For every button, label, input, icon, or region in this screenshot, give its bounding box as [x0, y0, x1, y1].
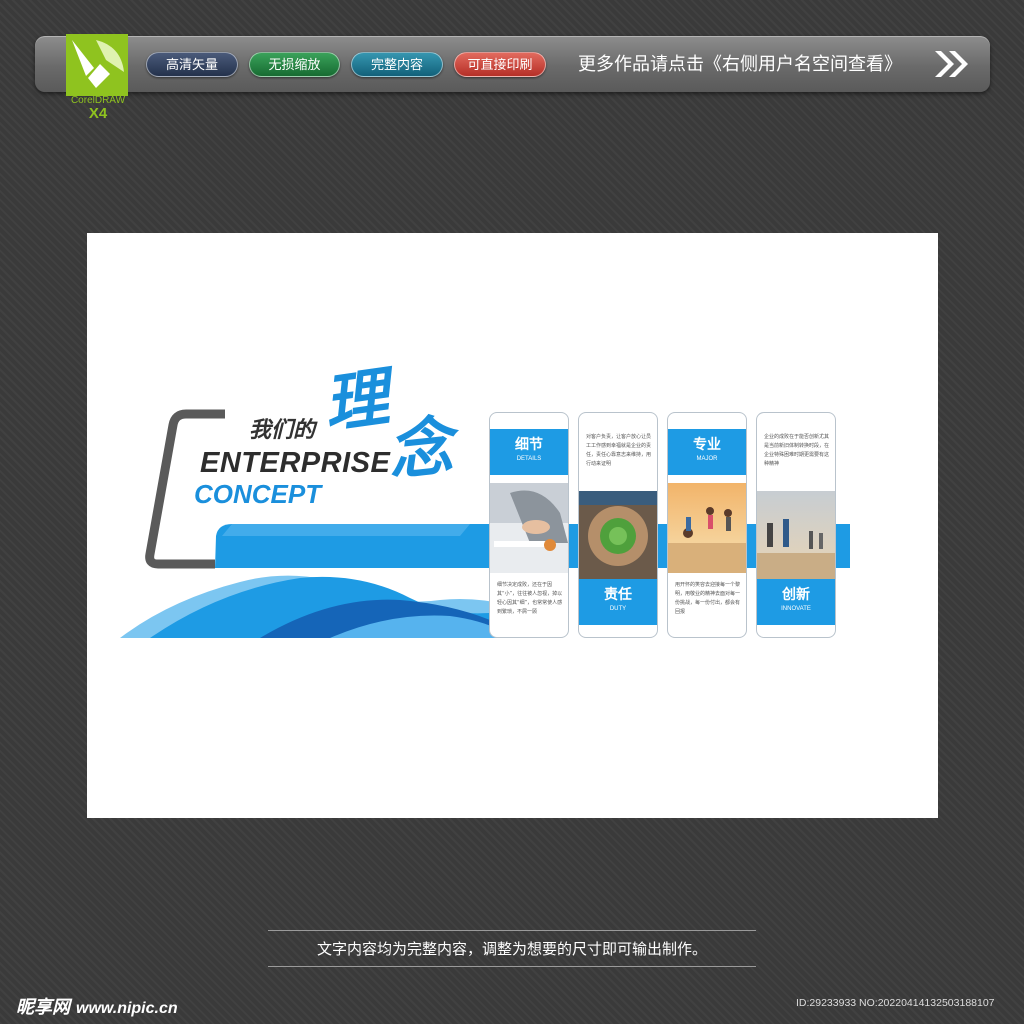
card-title: 创新 [782, 587, 810, 603]
card-band: 专业 MAJOR [668, 429, 746, 475]
footer-divider-top [268, 930, 756, 931]
card-band: 细节 DETAILS [490, 429, 568, 475]
title-big-nian: 念 [384, 408, 456, 491]
card-subtitle: DUTY [609, 606, 627, 612]
footer-divider-bottom [268, 966, 756, 967]
card-text: 细节决定成败，还在于因其“小”，往往被人忽视，掉以轻心因其“细”，也常常使人感到… [497, 582, 563, 615]
title-enterprise: ENTERPRISE [200, 447, 391, 479]
card-title: 细节 [515, 437, 543, 453]
card-band: 创新 INNOVATE [757, 579, 835, 625]
card-band: 责任 DUTY [579, 579, 657, 625]
footer-caption: 文字内容均为完整内容，调整为想要的尺寸即可输出制作。 [316, 940, 707, 958]
card-subtitle: DETAILS [516, 456, 542, 462]
photo-team-hands [579, 491, 657, 581]
card-text: 对客户负责，让客户放心让员工工作感到幸福就是企业的责任，责任心靠意志来维持，用行… [586, 434, 652, 467]
card-details: 细节 DETAILS 细节决定成败，还在于因其“小”，往往被人忽视，掉以轻心因其… [489, 412, 569, 638]
card-innovate: 企业的成败在于能否创新尤其是当前新旧体制转换时段，在企业特殊困难时期更需要有这种… [756, 412, 836, 638]
photo-beach-run [757, 491, 835, 581]
card-text: 用开怀的笑容去迎接每一个黎明，用敬业的精神去面对每一份挑战，每一份付出，都会有回… [675, 582, 741, 615]
site-url[interactable]: www.nipic.cn [76, 1000, 178, 1017]
card-title: 责任 [604, 587, 632, 603]
photo-jumping-sunset [668, 483, 746, 573]
card-subtitle: INNOVATE [781, 606, 811, 612]
card-duty: 对客户负责，让客户放心让员工工作感到幸福就是企业的责任，责任心靠意志来维持，用行… [578, 412, 658, 638]
card-title: 专业 [693, 437, 721, 453]
site-logo[interactable]: 昵享网 www.nipic.cn [16, 993, 178, 1019]
title-our: 我们的 [249, 418, 316, 443]
title-concept: CONCEPT [194, 479, 322, 509]
title-big-li: 理 [319, 359, 393, 444]
site-logo-text: 昵享网 [16, 997, 70, 1018]
card-major: 专业 MAJOR 用开怀的笑容去迎接每一个黎明，用敬业的精神去面对每一份挑战，每… [667, 412, 747, 638]
image-id-text: ID:29233933 NO:20220414132503188107 [796, 997, 995, 1009]
card-subtitle: MAJOR [696, 456, 718, 462]
card-text: 企业的成败在于能否创新尤其是当前新旧体制转换时段，在企业特殊困难时期更需要有这种… [764, 434, 830, 467]
photo-handshake [490, 483, 568, 573]
